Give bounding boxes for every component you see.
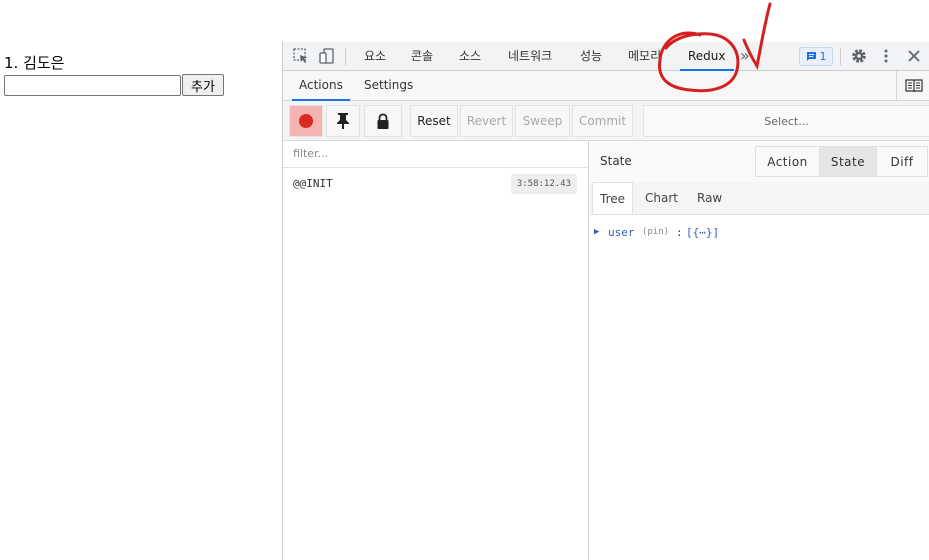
tree-colon: : — [676, 226, 683, 239]
tab-settings[interactable]: Settings — [364, 71, 413, 101]
commit-button[interactable]: Commit — [572, 105, 633, 137]
sweep-label: Sweep — [522, 114, 563, 128]
inspect-icon[interactable] — [292, 47, 310, 65]
messages-badge[interactable]: 1 — [799, 47, 833, 66]
action-timestamp: 3:58:12.43 — [510, 174, 577, 194]
tab-tree[interactable]: Tree — [592, 182, 634, 214]
book-icon[interactable] — [896, 71, 929, 101]
tab-diff[interactable]: Diff — [876, 146, 928, 177]
tab-redux[interactable]: Redux — [680, 42, 733, 71]
devtools-tab-bar: 요소 콘솔 소스 네트워크 성능 메모리 Redux » 1 — [283, 42, 929, 71]
tab-action[interactable]: Action — [755, 146, 820, 177]
app-page: 1. 김도은 추가 — [4, 52, 224, 96]
tree-key[interactable]: user — [608, 226, 635, 239]
toolbar-divider — [840, 48, 841, 65]
more-tabs-icon[interactable]: » — [740, 42, 750, 69]
revert-button[interactable]: Revert — [460, 105, 513, 137]
tab-chart[interactable]: Chart — [638, 182, 685, 214]
inspector-title: State — [600, 154, 632, 168]
commit-label: Commit — [578, 114, 627, 128]
list-item[interactable]: @@INIT 3:58:12.43 — [283, 168, 588, 200]
pin-label[interactable]: (pin) — [642, 227, 669, 237]
messages-icon — [806, 52, 816, 61]
device-toggle-icon[interactable] — [318, 47, 336, 65]
instance-select-label: Select... — [764, 114, 809, 128]
messages-count: 1 — [819, 50, 827, 63]
tab-actions[interactable]: Actions — [292, 71, 350, 101]
action-name: @@INIT — [293, 177, 333, 190]
tab-raw[interactable]: Raw — [690, 182, 729, 214]
tab-network[interactable]: 네트워크 — [508, 42, 552, 71]
reset-button[interactable]: Reset — [410, 105, 458, 137]
state-tree: ▶ user (pin) : [{⋯}] — [590, 215, 929, 245]
inspector-header: State Action State Diff — [590, 141, 929, 182]
name-input[interactable] — [4, 74, 181, 96]
pin-button[interactable] — [326, 105, 360, 137]
tab-performance[interactable]: 성능 — [580, 42, 602, 71]
lock-button[interactable] — [364, 105, 402, 137]
add-form: 추가 — [4, 74, 224, 96]
expand-arrow-icon[interactable]: ▶ — [594, 227, 599, 237]
redux-panel-tabs: Actions Settings — [283, 71, 929, 101]
toolbar-divider — [345, 48, 346, 65]
lock-icon — [377, 113, 389, 129]
tab-sources[interactable]: 소스 — [459, 42, 481, 71]
record-icon — [299, 114, 313, 128]
close-icon[interactable] — [905, 47, 923, 65]
record-button[interactable] — [289, 105, 323, 137]
tab-memory[interactable]: 메모리 — [628, 42, 661, 71]
kebab-icon[interactable] — [877, 47, 895, 65]
devtools-panel: 요소 콘솔 소스 네트워크 성능 메모리 Redux » 1 Actions S… — [282, 42, 929, 560]
tab-console[interactable]: 콘솔 — [411, 42, 433, 71]
gear-icon[interactable] — [850, 47, 868, 65]
reset-label: Reset — [417, 114, 451, 128]
pin-icon — [337, 113, 349, 129]
redux-toolbar: Reset Revert Sweep Commit Select... — [283, 101, 929, 141]
actions-list-pane: filter... @@INIT 3:58:12.43 — [283, 141, 589, 560]
tree-value-preview[interactable]: [{⋯}] — [686, 226, 719, 239]
tab-state[interactable]: State — [819, 146, 877, 177]
revert-label: Revert — [466, 114, 507, 128]
filter-input[interactable]: filter... — [283, 141, 588, 168]
state-inspector-pane: State Action State Diff Tree Chart Raw ▶… — [590, 141, 929, 560]
sweep-button[interactable]: Sweep — [515, 105, 570, 137]
instance-select[interactable]: Select... — [643, 105, 929, 137]
add-button[interactable]: 추가 — [182, 74, 224, 96]
list-item: 1. 김도은 — [4, 54, 65, 72]
tab-elements[interactable]: 요소 — [364, 42, 386, 71]
view-tabs: Tree Chart Raw — [590, 182, 929, 215]
